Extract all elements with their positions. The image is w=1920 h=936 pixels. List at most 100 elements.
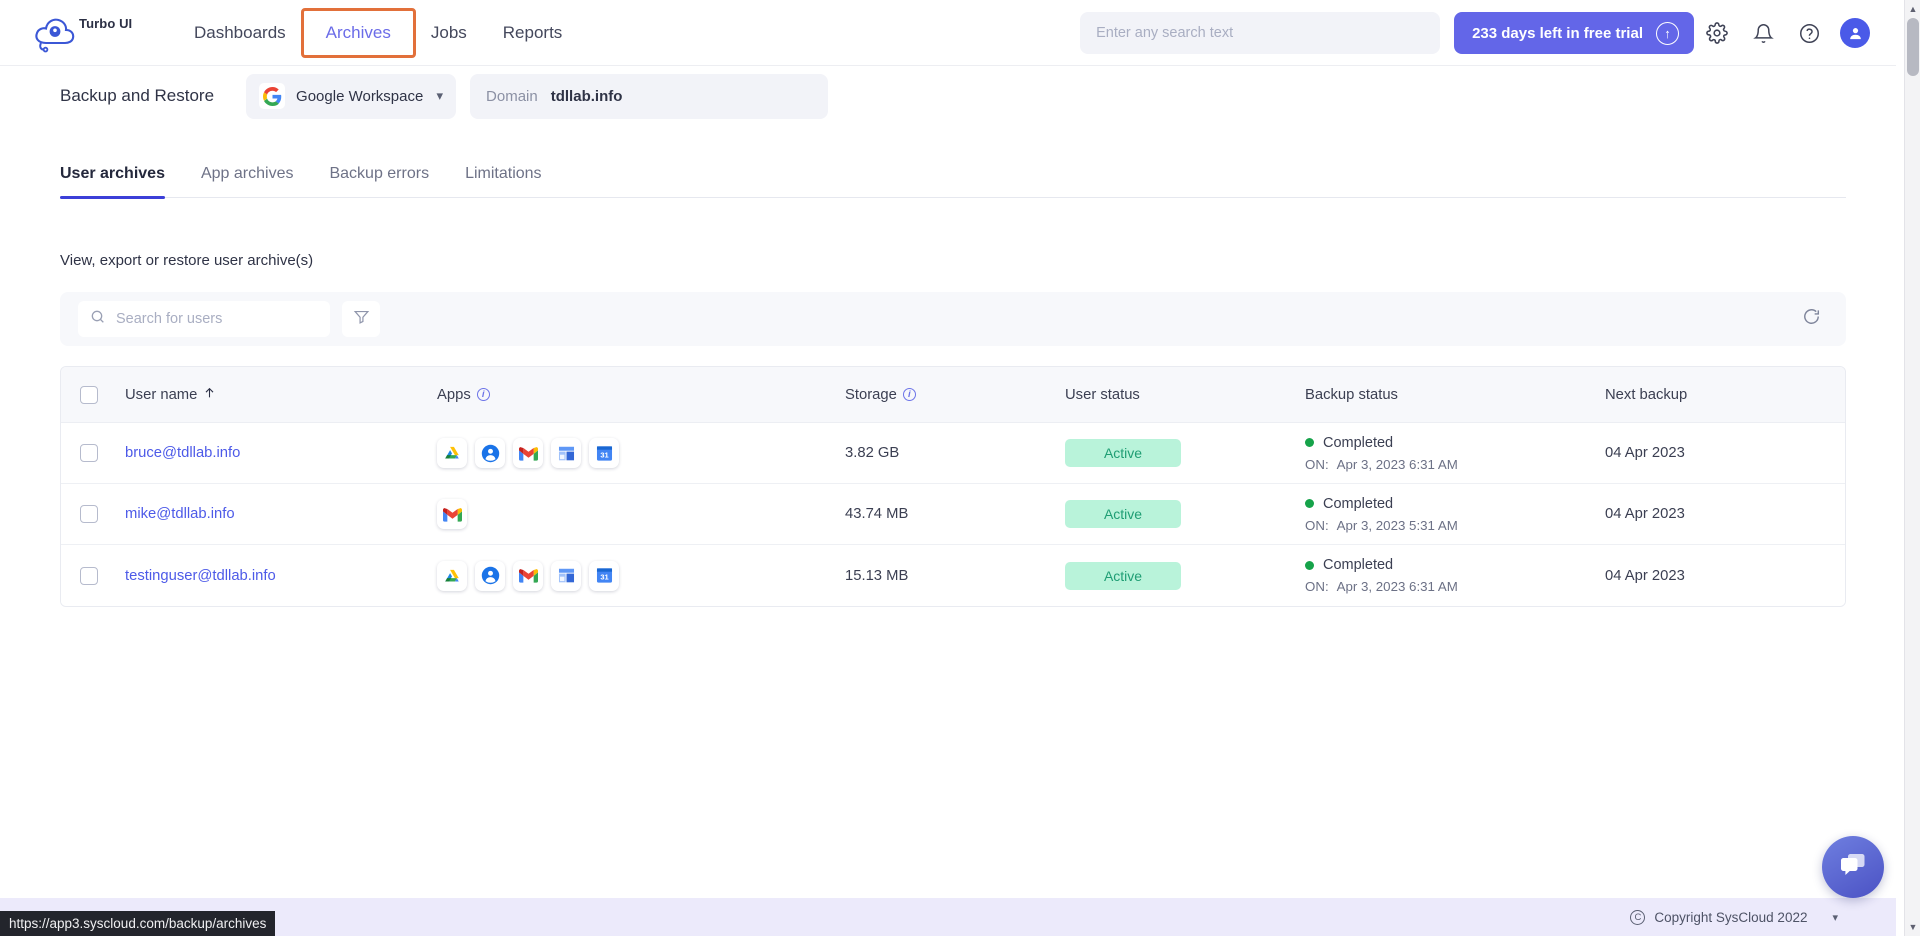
gmail-icon[interactable] xyxy=(513,560,543,591)
google-icon xyxy=(259,83,286,109)
cell-user-name: mike@tdllab.info xyxy=(117,505,437,523)
tab-app-archives[interactable]: App archives xyxy=(183,165,312,197)
cell-user-name: bruce@tdllab.info xyxy=(117,444,437,462)
status-dot-icon xyxy=(1305,560,1314,570)
calendar-icon[interactable]: 31 xyxy=(589,438,619,468)
tab-user-archives[interactable]: User archives xyxy=(60,165,183,199)
refresh-icon xyxy=(1802,307,1821,331)
user-archives-table: User name Apps i Storage i User status B… xyxy=(60,366,1846,607)
scroll-up-arrow-icon[interactable]: ▲ xyxy=(1905,0,1920,18)
copyright-icon: C xyxy=(1630,909,1646,925)
chat-bubbles-icon xyxy=(1838,851,1868,884)
storage-value: 43.74 MB xyxy=(845,506,909,522)
cell-backup-status: Completed ON: Apr 3, 2023 6:31 AM xyxy=(1305,435,1605,472)
backup-on-label: ON: xyxy=(1305,579,1329,594)
nav-item-archives[interactable]: Archives xyxy=(300,7,416,58)
backup-status-label: Completed xyxy=(1323,557,1394,573)
drive-icon[interactable] xyxy=(437,438,467,468)
top-navigation-bar: Turbo UI Dashboards Archives Jobs Report… xyxy=(0,0,1896,66)
global-search-input[interactable] xyxy=(1096,25,1425,41)
nav-item-dashboards[interactable]: Dashboards xyxy=(176,14,304,52)
search-icon xyxy=(90,309,106,330)
th-apps: Apps i xyxy=(437,387,845,403)
section-caption: View, export or restore user archive(s) xyxy=(60,252,314,269)
backup-status-top: Completed xyxy=(1305,557,1605,573)
global-search-box[interactable] xyxy=(1080,12,1441,54)
row-select-cell xyxy=(61,505,117,523)
th-user-name[interactable]: User name xyxy=(117,386,437,404)
status-badge: Active xyxy=(1065,439,1181,467)
apps-icon-list xyxy=(437,499,845,529)
user-link[interactable]: testinguser@tdllab.info xyxy=(125,568,276,584)
info-icon[interactable]: i xyxy=(476,388,490,401)
row-checkbox[interactable] xyxy=(80,505,98,523)
table-row[interactable]: bruce@tdllab.info 31 3.82 GB Active Comp… xyxy=(61,423,1845,484)
scrollbar-thumb[interactable] xyxy=(1907,18,1919,76)
help-icon[interactable] xyxy=(1786,10,1832,56)
cell-apps xyxy=(437,499,845,529)
sites-icon[interactable] xyxy=(551,438,581,468)
backup-status-group: Completed ON: Apr 3, 2023 6:31 AM xyxy=(1305,557,1605,594)
cell-backup-status: Completed ON: Apr 3, 2023 5:31 AM xyxy=(1305,496,1605,533)
filter-button[interactable] xyxy=(342,301,380,337)
bell-icon[interactable] xyxy=(1740,10,1786,56)
th-next-backup-label: Next backup xyxy=(1605,386,1688,403)
backup-on-value: Apr 3, 2023 6:31 AM xyxy=(1336,456,1458,472)
refresh-button[interactable] xyxy=(1794,302,1828,336)
nav-item-reports[interactable]: Reports xyxy=(485,14,581,52)
backup-status-label: Completed xyxy=(1323,495,1394,512)
nav-item-jobs[interactable]: Jobs xyxy=(413,14,485,52)
user-link[interactable]: bruce@tdllab.info xyxy=(125,445,240,461)
cell-backup-status: Completed ON: Apr 3, 2023 6:31 AM xyxy=(1305,557,1605,594)
workspace-label: Google Workspace xyxy=(296,87,424,105)
domain-value: tdllab.info xyxy=(550,87,623,105)
chat-widget-button[interactable] xyxy=(1822,836,1884,898)
app-logo[interactable]: Turbo UI xyxy=(32,13,152,53)
chevron-down-icon[interactable]: ▾ xyxy=(1832,911,1838,924)
tab-limitations[interactable]: Limitations xyxy=(447,165,559,197)
avatar[interactable] xyxy=(1832,10,1878,56)
cell-apps: 31 xyxy=(437,560,845,591)
backup-status-top: Completed xyxy=(1305,435,1605,451)
table-row[interactable]: testinguser@tdllab.info 31 15.13 MB Acti… xyxy=(61,545,1845,606)
gmail-icon[interactable] xyxy=(437,499,467,529)
search-users-input[interactable] xyxy=(116,311,318,327)
contacts-icon[interactable] xyxy=(475,560,505,591)
select-all-checkbox[interactable] xyxy=(80,385,98,404)
table-toolbar xyxy=(60,292,1846,346)
info-icon[interactable]: i xyxy=(902,388,916,401)
tab-backup-errors[interactable]: Backup errors xyxy=(311,165,447,197)
apps-icon-list: 31 xyxy=(437,560,845,591)
th-user-name-label: User name xyxy=(125,386,198,403)
row-checkbox[interactable] xyxy=(80,444,98,462)
backup-status-top: Completed xyxy=(1305,496,1605,512)
free-trial-button[interactable]: 233 days left in free trial ↑ xyxy=(1454,12,1694,54)
sites-icon[interactable] xyxy=(551,560,581,591)
row-checkbox[interactable] xyxy=(80,566,98,585)
scroll-down-arrow-icon[interactable]: ▼ xyxy=(1905,918,1920,936)
avatar-circle[interactable] xyxy=(1840,18,1870,48)
contacts-icon[interactable] xyxy=(475,438,505,468)
storage-value: 15.13 MB xyxy=(845,567,909,584)
row-select-cell xyxy=(61,444,117,462)
table-header-row: User name Apps i Storage i User status B… xyxy=(61,367,1845,423)
search-users-box[interactable] xyxy=(78,301,330,337)
svg-text:31: 31 xyxy=(600,573,608,582)
cell-user-status: Active xyxy=(1065,500,1305,528)
user-link[interactable]: mike@tdllab.info xyxy=(125,506,235,522)
table-row[interactable]: mike@tdllab.info 43.74 MB Active Complet… xyxy=(61,484,1845,545)
logo-text: Turbo UI xyxy=(79,15,133,31)
app-root: Turbo UI Dashboards Archives Jobs Report… xyxy=(0,0,1920,936)
page-scrollbar[interactable]: ▲ ▼ xyxy=(1904,0,1920,936)
calendar-icon[interactable]: 31 xyxy=(589,560,619,591)
backup-status-timestamp: ON: Apr 3, 2023 6:31 AM xyxy=(1305,457,1605,472)
chevron-down-icon: ▾ xyxy=(436,88,444,103)
browser-status-url: https://app3.syscloud.com/backup/archive… xyxy=(0,911,276,936)
th-user-status-label: User status xyxy=(1065,386,1140,403)
gmail-icon[interactable] xyxy=(513,438,543,468)
workspace-selector[interactable]: Google Workspace ▾ xyxy=(246,73,457,119)
cell-user-status: Active xyxy=(1065,439,1305,467)
drive-icon[interactable] xyxy=(437,560,467,591)
gear-icon[interactable] xyxy=(1694,10,1740,56)
sort-asc-icon[interactable] xyxy=(203,386,216,404)
